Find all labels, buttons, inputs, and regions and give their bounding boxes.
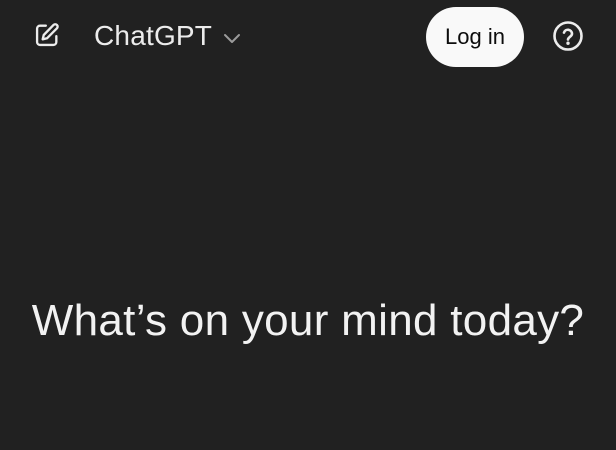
help-button[interactable] bbox=[551, 20, 585, 57]
new-chat-button[interactable] bbox=[28, 18, 66, 56]
chat-screen: ChatGPT Log in What’s on your mind today… bbox=[0, 0, 616, 450]
edit-icon bbox=[33, 21, 61, 54]
top-bar: ChatGPT Log in bbox=[0, 0, 616, 74]
welcome-headline: What’s on your mind today? bbox=[31, 296, 585, 345]
chevron-down-icon bbox=[222, 31, 242, 45]
model-switcher[interactable]: ChatGPT bbox=[94, 16, 242, 56]
model-name: ChatGPT bbox=[94, 20, 213, 51]
question-circle-icon bbox=[552, 20, 584, 57]
login-button[interactable]: Log in bbox=[426, 7, 524, 67]
